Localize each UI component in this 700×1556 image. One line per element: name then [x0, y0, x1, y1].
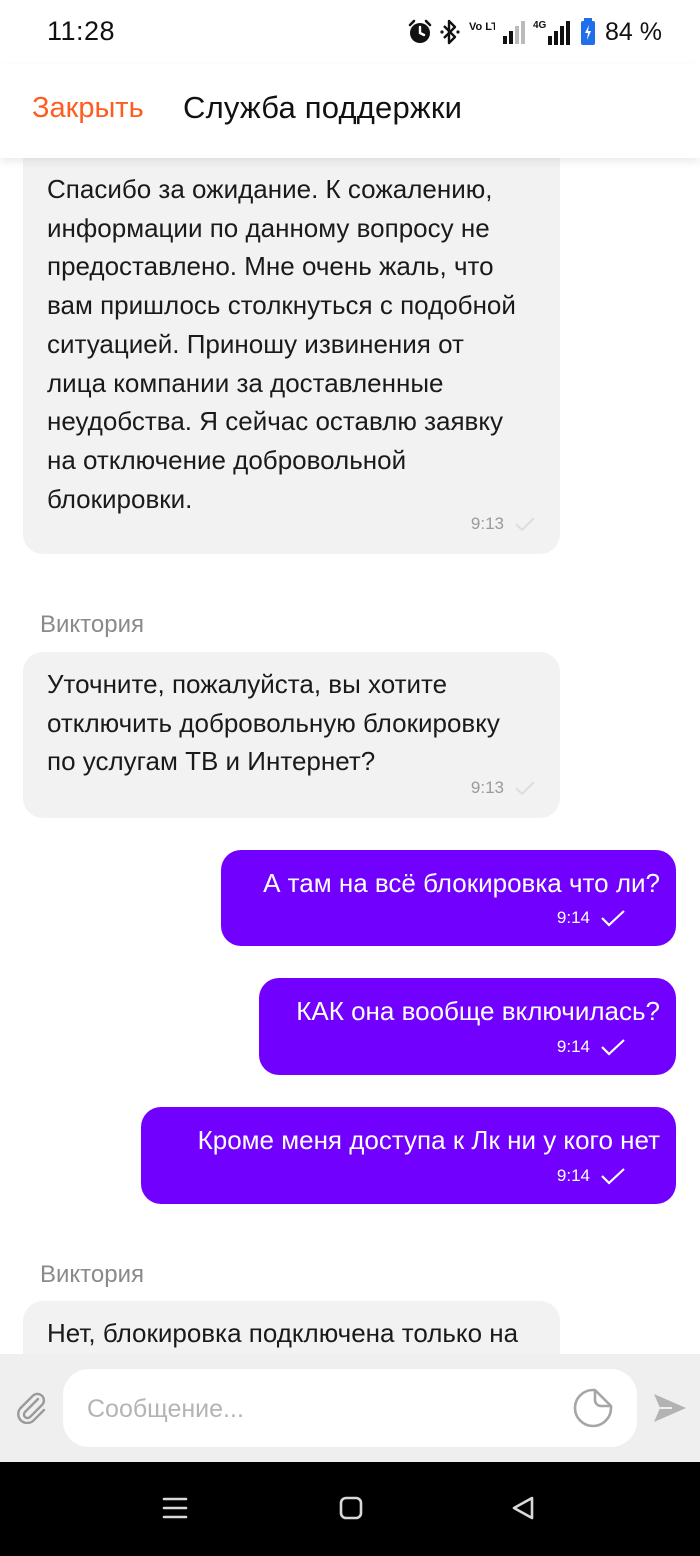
back-icon[interactable]	[510, 1495, 536, 1521]
message-time: 9:14	[556, 1037, 590, 1056]
signal-2-4g-icon: 4G	[533, 20, 571, 45]
message-time: 9:13	[470, 778, 504, 797]
sender-name: Виктория	[40, 611, 145, 638]
status-icons: Vo LTE2 4G 84 %	[407, 14, 662, 50]
message-text: Уточните, пожалуйста, вы хотите отключит…	[47, 669, 500, 777]
message-time: 9:14	[556, 908, 590, 927]
chat-messages[interactable]: Спасибо за ожидание. К сожалению, информ…	[0, 158, 700, 1354]
check-icon	[601, 910, 625, 927]
system-nav-bar	[0, 1462, 700, 1556]
message-text: КАК она вообще включилась?	[296, 996, 660, 1026]
check-icon	[515, 781, 535, 796]
battery-icon	[581, 18, 596, 45]
message-input[interactable]	[85, 1369, 549, 1449]
message-time: 9:13	[470, 514, 504, 533]
outgoing-message: Кроме меня доступа к Лк ни у кого нет 9:…	[141, 1107, 676, 1204]
message-meta: 9:14	[557, 1037, 626, 1057]
incoming-message: Спасибо за ожидание. К сожалению, информ…	[23, 158, 560, 554]
signal-1-icon	[503, 21, 526, 44]
message-meta: 9:14	[557, 908, 626, 928]
message-composer	[0, 1354, 700, 1462]
volte-icon: Vo LTE2	[469, 21, 495, 33]
svg-text:4G: 4G	[533, 20, 547, 31]
message-meta: 9:13	[471, 778, 536, 798]
sender-name: Виктория	[40, 1261, 145, 1288]
check-icon	[601, 1039, 625, 1056]
message-time: 9:14	[556, 1166, 590, 1185]
battery-percent: 84 %	[605, 17, 662, 46]
page-title: Служба поддержки	[183, 90, 463, 125]
recent-apps-icon[interactable]	[162, 1495, 188, 1521]
check-icon	[601, 1168, 625, 1185]
outgoing-message: КАК она вообще включилась? 9:14	[259, 978, 676, 1075]
message-input-container	[63, 1369, 637, 1449]
status-bar: 11:28 Vo LTE2 4G 84 %	[0, 0, 700, 64]
close-button[interactable]: Закрыть	[32, 92, 144, 125]
message-text: Нет, блокировка подключена только на	[47, 1318, 519, 1348]
status-time: 11:28	[47, 16, 116, 46]
alarm-icon	[408, 19, 432, 43]
message-meta: 9:14	[557, 1166, 626, 1186]
home-icon[interactable]	[338, 1495, 364, 1521]
message-text: Кроме меня доступа к Лк ни у кого нет	[197, 1125, 660, 1155]
outgoing-message: А там на всё блокировка что ли? 9:14	[221, 850, 676, 946]
bluetooth-icon	[440, 19, 460, 45]
check-icon	[515, 517, 535, 532]
chat-header: Закрыть Служба поддержки	[0, 64, 700, 158]
message-text: А там на всё блокировка что ли?	[263, 868, 660, 898]
incoming-message: Уточните, пожалуйста, вы хотите отключит…	[23, 652, 560, 818]
svg-text:Vo LTE2: Vo LTE2	[469, 21, 495, 33]
message-text: Спасибо за ожидание. К сожалению, информ…	[47, 174, 516, 514]
send-icon[interactable]	[652, 1392, 688, 1424]
message-meta: 9:13	[471, 514, 536, 534]
incoming-message: Нет, блокировка подключена только на	[23, 1301, 560, 1354]
sticker-icon[interactable]	[573, 1388, 613, 1428]
paperclip-icon[interactable]	[14, 1390, 48, 1424]
